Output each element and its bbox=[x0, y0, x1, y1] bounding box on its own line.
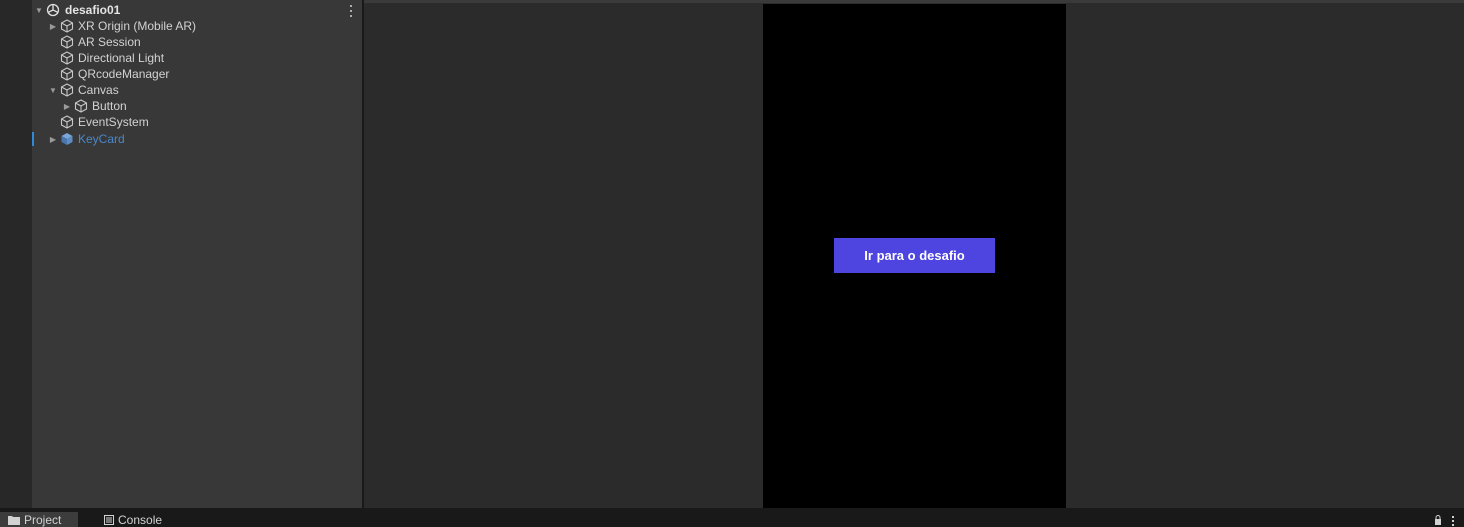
collapsed-arrow-icon[interactable]: ▶ bbox=[48, 18, 58, 34]
gameobject-cube-icon bbox=[60, 83, 74, 97]
game-view: Ir para o desafio bbox=[364, 0, 1464, 508]
ir-para-o-desafio-button[interactable]: Ir para o desafio bbox=[834, 238, 995, 273]
hierarchy-panel: ▼ desafio01 ▶ XR Origin (Mobile AR) AR S… bbox=[0, 0, 362, 508]
scene-name: desafio01 bbox=[65, 3, 121, 17]
unity-scene-icon bbox=[46, 3, 60, 17]
collapsed-arrow-icon[interactable]: ▶ bbox=[62, 98, 72, 114]
hierarchy-item-label: XR Origin (Mobile AR) bbox=[78, 19, 197, 33]
hierarchy-item-label: QRcodeManager bbox=[78, 67, 170, 81]
hierarchy-item-label: KeyCard bbox=[78, 132, 125, 146]
hierarchy-item-canvas[interactable]: ▼ Canvas bbox=[32, 82, 362, 98]
hierarchy-item-qrcode-manager[interactable]: QRcodeManager bbox=[32, 66, 362, 82]
hierarchy-item-event-system[interactable]: EventSystem bbox=[32, 114, 362, 130]
gameobject-cube-icon bbox=[60, 51, 74, 65]
game-screen: Ir para o desafio bbox=[763, 4, 1066, 508]
expanded-arrow-icon[interactable]: ▼ bbox=[48, 82, 58, 98]
hierarchy-gutter bbox=[0, 0, 32, 508]
hierarchy-item-label: AR Session bbox=[78, 35, 141, 49]
gameobject-cube-icon bbox=[74, 99, 88, 113]
gameobject-cube-icon bbox=[60, 115, 74, 129]
hierarchy-item-xr-origin[interactable]: ▶ XR Origin (Mobile AR) bbox=[32, 18, 362, 34]
folder-icon bbox=[8, 515, 20, 525]
hierarchy-item-keycard[interactable]: ▶ KeyCard bbox=[32, 131, 362, 147]
gameobject-cube-icon bbox=[60, 67, 74, 81]
collapsed-arrow-icon[interactable]: ▶ bbox=[48, 131, 58, 147]
hierarchy-item-directional-light[interactable]: Directional Light bbox=[32, 50, 362, 66]
scene-menu-icon[interactable] bbox=[346, 5, 356, 17]
prefab-cube-icon bbox=[61, 133, 73, 145]
lock-icon[interactable] bbox=[1434, 515, 1442, 525]
hierarchy-item-label: Button bbox=[92, 99, 127, 113]
tab-console[interactable]: Console bbox=[96, 512, 170, 527]
hierarchy-item-label: Canvas bbox=[78, 83, 119, 97]
expand-arrow-icon[interactable]: ▼ bbox=[34, 2, 44, 18]
gameobject-cube-icon bbox=[60, 35, 74, 49]
panel-menu-icon[interactable] bbox=[1451, 516, 1454, 526]
tab-label: Console bbox=[118, 512, 163, 527]
game-view-toolbar-edge bbox=[364, 0, 1464, 3]
console-icon bbox=[104, 514, 114, 525]
gameobject-cube-icon bbox=[60, 19, 74, 33]
bottom-tab-bar: Project Console bbox=[0, 508, 1464, 527]
hierarchy-item-button[interactable]: ▶ Button bbox=[32, 98, 362, 114]
tab-label: Project bbox=[24, 512, 62, 527]
hierarchy-item-label: EventSystem bbox=[78, 115, 149, 129]
hierarchy-item-label: Directional Light bbox=[78, 51, 165, 65]
tab-project[interactable]: Project bbox=[0, 512, 78, 527]
hierarchy-item-ar-session[interactable]: AR Session bbox=[32, 34, 362, 50]
scene-row[interactable]: ▼ desafio01 bbox=[32, 2, 362, 18]
